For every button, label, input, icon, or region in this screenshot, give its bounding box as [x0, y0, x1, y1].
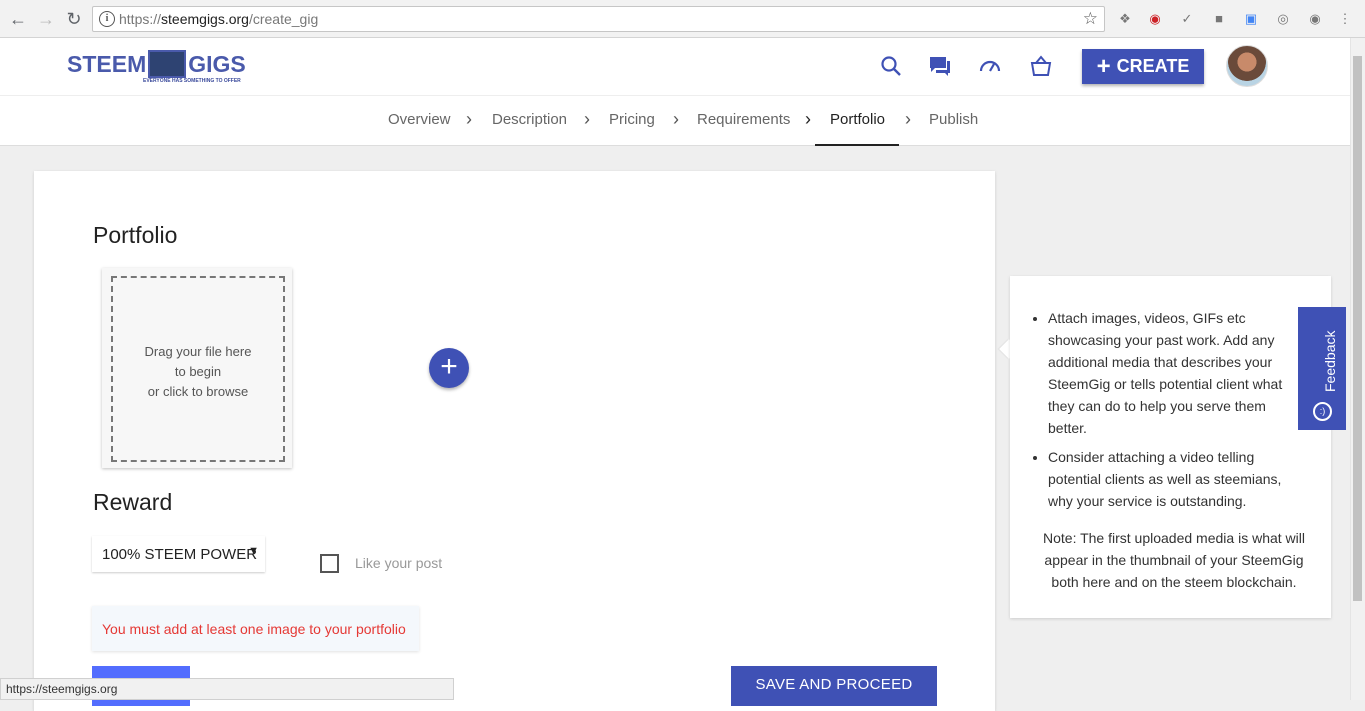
save-and-proceed-button[interactable]: SAVE AND PROCEED [731, 666, 937, 706]
reward-select[interactable]: 100% STEEM POWER ▼ [92, 536, 265, 572]
chevron-right-icon: › [905, 109, 911, 129]
reload-icon[interactable]: ↻ [62, 7, 86, 31]
back-icon[interactable]: ← [6, 7, 30, 31]
address-bar[interactable]: i https://steemgigs.org/create_gig ☆ [92, 6, 1105, 32]
check-extension-icon[interactable]: ✓ [1178, 10, 1196, 28]
pinterest-extension-icon[interactable]: ◉ [1146, 10, 1164, 28]
chevron-right-icon: › [673, 109, 679, 129]
like-post-label[interactable]: Like your post [355, 555, 442, 571]
help-list: Attach images, videos, GIFs etc showcasi… [1028, 307, 1298, 519]
site-header: STEEM GIGS EVERYONE HAS SOMETHING TO OFFE… [0, 38, 1365, 95]
scrollbar-thumb[interactable] [1353, 56, 1362, 601]
feedback-tab[interactable]: Feedback :) [1298, 307, 1346, 430]
dropdown-arrow-icon: ▼ [248, 545, 259, 557]
portfolio-heading: Portfolio [93, 222, 178, 248]
pdf-extension-icon[interactable]: ■ [1210, 10, 1228, 28]
step-navigation: Overview › Description › Pricing › Requi… [0, 95, 1350, 146]
reward-heading: Reward [93, 489, 173, 515]
user-avatar[interactable] [1226, 45, 1268, 87]
bookmark-star-icon[interactable]: ☆ [1083, 9, 1098, 29]
browser-toolbar: ← → ↻ i https://steemgigs.org/create_gig… [0, 0, 1365, 38]
chevron-right-icon: › [584, 109, 590, 129]
step-overview[interactable]: Overview [388, 111, 451, 128]
url-text: https://steemgigs.org/create_gig [119, 11, 319, 27]
create-button[interactable]: + CREATE [1082, 49, 1204, 84]
steemgigs-logo[interactable]: STEEM GIGS EVERYONE HAS SOMETHING TO OFFE… [67, 49, 246, 84]
shopping-bag-icon[interactable] [1029, 54, 1053, 78]
chevron-right-icon: › [466, 109, 472, 129]
translate-extension-icon[interactable]: ▣ [1242, 10, 1260, 28]
step-requirements[interactable]: Requirements [697, 111, 790, 128]
dropzone-area[interactable]: Drag your file here to begin or click to… [111, 276, 285, 462]
dashboard-icon[interactable] [978, 54, 1002, 78]
dropbox-extension-icon[interactable]: ❖ [1116, 10, 1134, 28]
help-note: Note: The first uploaded media is what w… [1043, 530, 1305, 590]
dropzone-text-line-2: to begin [174, 364, 222, 379]
feedback-smiley-icon: :) [1313, 402, 1332, 421]
error-message: You must add at least one image to your … [92, 606, 419, 651]
wordpress-extension-icon[interactable]: ◎ [1274, 10, 1292, 28]
chevron-right-icon: › [805, 109, 811, 129]
add-media-button[interactable]: + [429, 348, 469, 388]
plus-icon: + [1096, 53, 1111, 80]
active-step-indicator [815, 144, 899, 146]
step-pricing[interactable]: Pricing [609, 111, 655, 128]
menu-icon[interactable]: ⋮ [1336, 10, 1354, 28]
dropzone-text-line-3: or click to browse [147, 384, 249, 399]
portfolio-form-card: Portfolio Drag your file here to begin o… [34, 171, 995, 711]
dropzone-text-line-1: Drag your file here [144, 344, 252, 359]
messages-icon[interactable] [928, 54, 952, 78]
step-description[interactable]: Description [492, 111, 567, 128]
like-post-checkbox[interactable] [320, 554, 339, 573]
feedback-label: Feedback [1322, 330, 1338, 392]
portfolio-help-box: Attach images, videos, GIFs etc showcasi… [1010, 276, 1331, 618]
step-publish[interactable]: Publish [929, 111, 978, 128]
search-icon[interactable] [879, 54, 903, 78]
file-dropzone[interactable]: Drag your file here to begin or click to… [102, 268, 292, 468]
camera-extension-icon[interactable]: ◉ [1306, 10, 1324, 28]
help-item: Consider attaching a video telling poten… [1048, 446, 1298, 512]
forward-icon[interactable]: → [34, 7, 58, 31]
site-info-icon[interactable]: i [99, 11, 115, 27]
status-bar-url: https://steemgigs.org [0, 678, 454, 700]
help-item: Attach images, videos, GIFs etc showcasi… [1048, 307, 1298, 439]
step-portfolio[interactable]: Portfolio [830, 111, 885, 128]
